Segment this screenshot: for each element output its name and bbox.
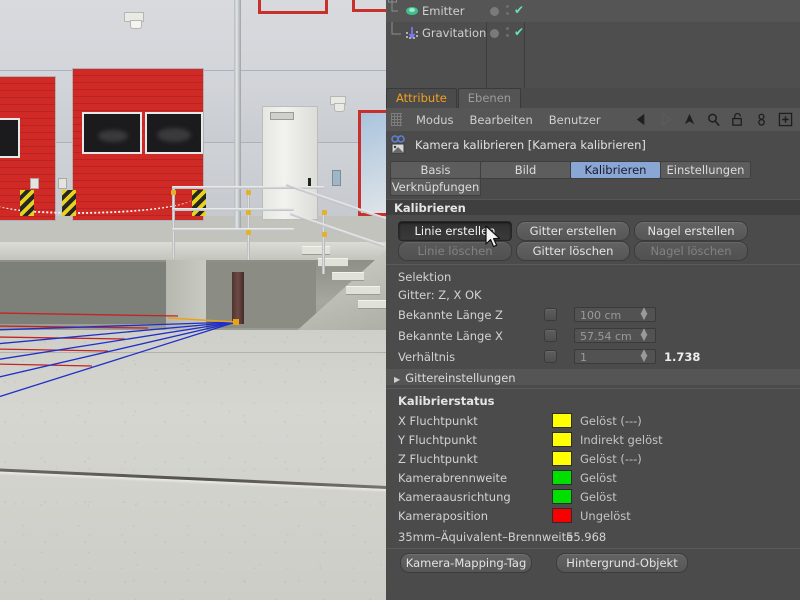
- render-dot-bottom[interactable]: [506, 34, 509, 37]
- menu-bar-icon-group: [634, 112, 800, 127]
- render-dot-top[interactable]: [506, 27, 509, 30]
- render-dot-bottom[interactable]: [506, 12, 509, 15]
- group-header-gittereinstellungen[interactable]: ▶ Gittereinstellungen: [386, 369, 800, 385]
- object-label: Gravitation: [422, 26, 487, 40]
- button-linie-erstellen[interactable]: Linie erstellen: [398, 221, 512, 241]
- divider: [386, 388, 800, 389]
- status-swatch-z-fluchtpunkt: [552, 451, 572, 466]
- grid-blue-lines: [0, 321, 237, 398]
- status-text-y-fluchtpunkt: Indirekt gelöst: [580, 433, 663, 447]
- chevron-right-icon: ▶: [394, 375, 401, 384]
- button-linie-loeschen: Linie löschen: [398, 241, 512, 261]
- tab-einstellungen[interactable]: Einstellungen: [660, 161, 751, 179]
- grid-red-lines: [0, 312, 179, 367]
- spinner-bekannte-laenge-x[interactable]: ▲ ▼: [640, 328, 648, 343]
- right-panel-stack: Emitter ✔ Gravitation ✔ Attribute Ebenen…: [386, 0, 800, 600]
- tab-basis[interactable]: Basis: [390, 161, 481, 179]
- status-swatch-y-fluchtpunkt: [552, 432, 572, 447]
- calibration-grid-overlay[interactable]: [0, 0, 386, 600]
- link-icon[interactable]: [754, 112, 769, 127]
- attribute-menu-bar: Modus Bearbeiten Benutzer: [386, 108, 800, 132]
- label-kameraausrichtung: Kameraausrichtung: [398, 490, 511, 504]
- tab-ebenen[interactable]: Ebenen: [457, 88, 522, 108]
- button-kamera-mapping-tag[interactable]: Kamera-Mapping-Tag: [400, 553, 532, 573]
- object-label: Emitter: [422, 4, 465, 18]
- menu-benutzer[interactable]: Benutzer: [541, 113, 609, 127]
- button-gitter-erstellen[interactable]: Gitter erstellen: [516, 221, 630, 241]
- gravity-field-icon: [404, 25, 420, 44]
- parameter-tab-row: Basis Bild Kalibrieren Einstellungen Ver…: [386, 159, 800, 196]
- status-text-z-fluchtpunkt: Gelöst (---): [580, 452, 642, 466]
- menu-modus[interactable]: Modus: [408, 113, 462, 127]
- manager-tab-strip: Attribute Ebenen: [386, 88, 800, 109]
- label-x-fluchtpunkt: X Fluchtpunkt: [398, 414, 478, 428]
- emitter-icon: [404, 3, 420, 22]
- label-selektion: Selektion: [398, 270, 452, 284]
- label-grid-status: Gitter: Z, X OK: [398, 288, 482, 302]
- status-text-x-fluchtpunkt: Gelöst (---): [580, 414, 642, 428]
- group-header-kalibrieren[interactable]: Kalibrieren: [386, 199, 800, 215]
- drag-grip-icon[interactable]: [391, 113, 402, 126]
- enabled-check-icon[interactable]: ✔: [514, 25, 524, 39]
- status-text-kamerabrennweite: Gelöst: [580, 471, 617, 485]
- render-dot-top[interactable]: [506, 5, 509, 8]
- button-nagel-loeschen: Nagel löschen: [634, 241, 748, 261]
- divider: [386, 264, 800, 265]
- divider: [386, 548, 800, 549]
- object-manager[interactable]: Emitter ✔ Gravitation ✔: [386, 0, 800, 89]
- visibility-dot[interactable]: [490, 29, 499, 38]
- label-bekannte-laenge-z: Bekannte Länge Z: [398, 308, 503, 322]
- label-kamerabrennweite: Kamerabrennweite: [398, 471, 508, 485]
- checkbox-bekannte-laenge-x[interactable]: [544, 329, 557, 342]
- label-kalibrierstatus: Kalibrierstatus: [398, 394, 495, 408]
- object-title-bar: Kamera kalibrieren [Kamera kalibrieren]: [386, 131, 800, 159]
- menu-bearbeiten[interactable]: Bearbeiten: [462, 113, 541, 127]
- object-row-emitter[interactable]: Emitter ✔: [386, 0, 800, 22]
- add-box-icon[interactable]: [778, 112, 793, 127]
- object-row-gravitation[interactable]: Gravitation ✔: [386, 22, 800, 44]
- tab-kalibrieren[interactable]: Kalibrieren: [570, 161, 661, 179]
- status-swatch-x-fluchtpunkt: [552, 413, 572, 428]
- viewport-image-area[interactable]: [0, 0, 386, 600]
- value-verhaeltnis-computed: 1.738: [664, 350, 701, 364]
- visibility-dot[interactable]: [490, 7, 499, 16]
- label-verhaeltnis: Verhältnis: [398, 350, 456, 364]
- up-arrow-icon[interactable]: [682, 112, 697, 127]
- back-arrow-icon[interactable]: [634, 112, 649, 127]
- label-z-fluchtpunkt: Z Fluchtpunkt: [398, 452, 478, 466]
- group-header-gittereinstellungen-label: Gittereinstellungen: [405, 371, 516, 385]
- grid-handle-point: [233, 319, 239, 325]
- status-text-kameraausrichtung: Gelöst: [580, 490, 617, 504]
- label-bekannte-laenge-x: Bekannte Länge X: [398, 329, 503, 343]
- button-hintergrund-objekt[interactable]: Hintergrund-Objekt: [556, 553, 688, 573]
- enabled-check-icon[interactable]: ✔: [514, 3, 524, 17]
- spinner-verhaeltnis[interactable]: ▲ ▼: [640, 349, 648, 364]
- tab-verknuepfungen[interactable]: Verknüpfungen: [390, 178, 481, 196]
- button-gitter-loeschen[interactable]: Gitter löschen: [516, 241, 630, 261]
- value-35mm-equivalent: 55.968: [566, 530, 607, 544]
- status-swatch-kamerabrennweite: [552, 470, 572, 485]
- unlock-icon[interactable]: [730, 112, 745, 127]
- checkbox-bekannte-laenge-z[interactable]: [544, 308, 557, 321]
- label-35mm-equivalent: 35mm–Äquivalent–Brennweite: [398, 530, 574, 544]
- object-title-text: Kamera kalibrieren [Kamera kalibrieren]: [415, 138, 646, 152]
- search-icon[interactable]: [706, 112, 721, 127]
- spinner-bekannte-laenge-z[interactable]: ▲ ▼: [640, 307, 648, 322]
- status-swatch-kameraposition: [552, 508, 572, 523]
- camera-calibrator-icon: [389, 134, 411, 156]
- status-swatch-kameraausrichtung: [552, 489, 572, 504]
- checkbox-verhaeltnis[interactable]: [544, 350, 557, 363]
- forward-arrow-icon-disabled: [662, 112, 671, 127]
- button-nagel-erstellen[interactable]: Nagel erstellen: [634, 221, 748, 241]
- tab-bild[interactable]: Bild: [480, 161, 571, 179]
- status-text-kameraposition: Ungelöst: [580, 509, 631, 523]
- tab-attribute[interactable]: Attribute: [386, 88, 457, 108]
- label-kameraposition: Kameraposition: [398, 509, 488, 523]
- label-y-fluchtpunkt: Y Fluchtpunkt: [398, 433, 477, 447]
